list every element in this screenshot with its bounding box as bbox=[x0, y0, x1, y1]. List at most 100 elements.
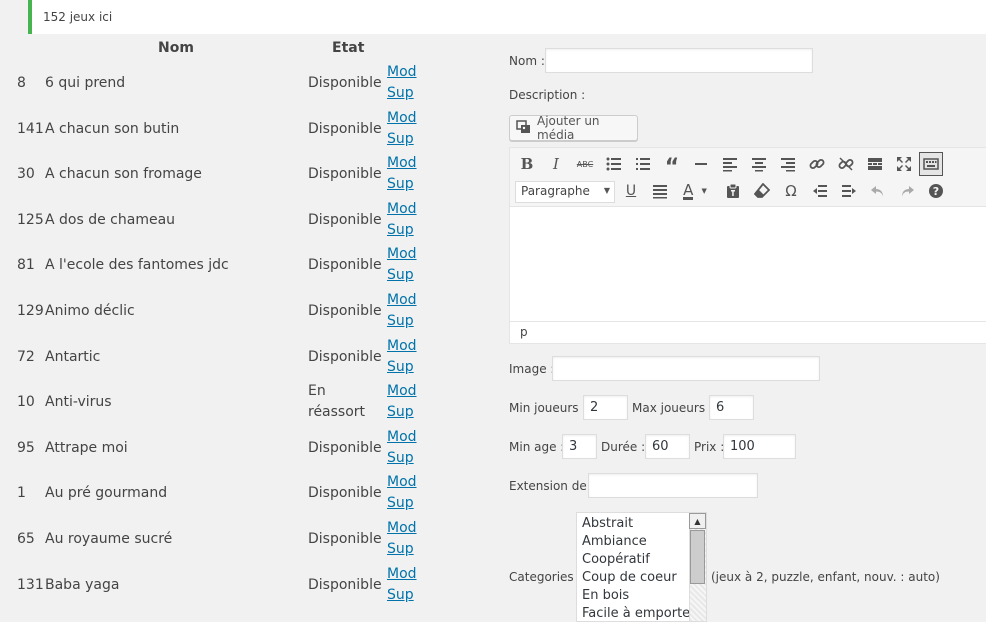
delete-link[interactable]: Sup bbox=[387, 448, 417, 469]
italic-icon[interactable]: I bbox=[544, 152, 568, 176]
max-players-label: Max joueurs : bbox=[632, 401, 713, 415]
duration-label: Durée : bbox=[601, 440, 646, 454]
outdent-icon[interactable] bbox=[808, 179, 832, 203]
delete-link[interactable]: Sup bbox=[387, 402, 417, 423]
numbered-list-icon[interactable] bbox=[631, 152, 655, 176]
category-option[interactable]: Abstrait bbox=[577, 515, 706, 533]
row-actions: Mod Sup bbox=[387, 153, 417, 195]
delete-link[interactable]: Sup bbox=[387, 493, 417, 514]
notice-text: 152 jeux ici bbox=[43, 10, 113, 24]
indent-icon[interactable] bbox=[837, 179, 861, 203]
game-state: Disponible bbox=[308, 75, 382, 91]
delete-link[interactable]: Sup bbox=[387, 311, 417, 332]
horizontal-rule-icon[interactable] bbox=[689, 152, 713, 176]
text-color-icon[interactable]: A ▼ bbox=[677, 179, 713, 203]
unlink-icon[interactable] bbox=[834, 152, 858, 176]
description-label: Description : bbox=[509, 88, 586, 102]
bullet-list-icon[interactable] bbox=[602, 152, 626, 176]
table-row: 30 A chacun son fromage Disponible Mod Sup bbox=[0, 153, 500, 195]
table-row: 129 Animo déclic Disponible Mod Sup bbox=[0, 290, 500, 332]
min-age-label: Min age : bbox=[509, 440, 565, 454]
scroll-up-icon[interactable]: ▲ bbox=[689, 513, 706, 529]
game-state: Disponible bbox=[308, 485, 382, 501]
game-id: 10 bbox=[17, 394, 35, 410]
edit-link[interactable]: Mod bbox=[387, 336, 417, 357]
name-input[interactable] bbox=[545, 48, 813, 73]
max-players-input[interactable] bbox=[709, 395, 754, 420]
game-id: 95 bbox=[17, 440, 35, 456]
game-name: Baba yaga bbox=[45, 577, 120, 593]
category-option[interactable]: En bois bbox=[577, 587, 706, 605]
edit-link[interactable]: Mod bbox=[387, 290, 417, 311]
game-name: Au pré gourmand bbox=[45, 485, 168, 501]
edit-link[interactable]: Mod bbox=[387, 472, 417, 493]
scroll-thumb[interactable] bbox=[690, 530, 705, 584]
editor-content-area[interactable] bbox=[510, 208, 986, 322]
category-option[interactable]: Facile à emporter bbox=[577, 605, 706, 621]
edit-link[interactable]: Mod bbox=[387, 381, 417, 402]
game-state: Disponible bbox=[308, 303, 382, 319]
table-row: 8 6 qui prend Disponible Mod Sup bbox=[0, 62, 500, 104]
edit-link[interactable]: Mod bbox=[387, 427, 417, 448]
edit-link[interactable]: Mod bbox=[387, 199, 417, 220]
delete-link[interactable]: Sup bbox=[387, 585, 417, 606]
bold-icon[interactable]: B bbox=[515, 152, 539, 176]
special-character-icon[interactable]: Ω bbox=[779, 179, 803, 203]
game-state: Disponible bbox=[308, 212, 382, 228]
justify-icon[interactable] bbox=[648, 179, 672, 203]
read-more-icon[interactable] bbox=[863, 152, 887, 176]
redo-icon[interactable] bbox=[895, 179, 919, 203]
undo-icon[interactable] bbox=[866, 179, 890, 203]
game-state: Disponible bbox=[308, 440, 382, 456]
delete-link[interactable]: Sup bbox=[387, 357, 417, 378]
delete-link[interactable]: Sup bbox=[387, 220, 417, 241]
extension-input[interactable] bbox=[588, 473, 758, 498]
table-row: 141 A chacun son butin Disponible Mod Sup bbox=[0, 108, 500, 150]
duration-input[interactable] bbox=[645, 434, 690, 459]
edit-link[interactable]: Mod bbox=[387, 108, 417, 129]
edit-link[interactable]: Mod bbox=[387, 244, 417, 265]
edit-link[interactable]: Mod bbox=[387, 153, 417, 174]
blockquote-icon[interactable]: “ bbox=[660, 152, 684, 179]
delete-link[interactable]: Sup bbox=[387, 174, 417, 195]
fullscreen-icon[interactable] bbox=[892, 152, 916, 176]
image-input[interactable] bbox=[552, 356, 820, 381]
categories-select[interactable]: Abstrait Ambiance Coopératif Coup de coeur E… bbox=[576, 512, 707, 622]
element-path[interactable]: p bbox=[520, 325, 528, 339]
edit-link[interactable]: Mod bbox=[387, 518, 417, 539]
delete-link[interactable]: Sup bbox=[387, 129, 417, 150]
row-actions: Mod Sup bbox=[387, 108, 417, 150]
link-icon[interactable] bbox=[805, 152, 829, 176]
align-center-icon[interactable] bbox=[747, 152, 771, 176]
toolbar-toggle-icon[interactable] bbox=[919, 152, 943, 176]
format-select[interactable]: Paragraphe ▼ bbox=[515, 181, 615, 203]
game-id: 65 bbox=[17, 531, 35, 547]
strikethrough-icon[interactable]: ABC bbox=[573, 152, 597, 176]
table-row: 72 Antartic Disponible Mod Sup bbox=[0, 336, 500, 378]
row-actions: Mod Sup bbox=[387, 472, 417, 514]
table-row: 131 Baba yaga Disponible Mod Sup bbox=[0, 564, 500, 606]
align-left-icon[interactable] bbox=[718, 152, 742, 176]
game-state: Disponible bbox=[308, 166, 382, 182]
category-option[interactable]: Coup de coeur bbox=[577, 569, 706, 587]
price-input[interactable] bbox=[723, 434, 796, 459]
paste-text-icon[interactable] bbox=[721, 179, 745, 203]
table-row: 65 Au royaume sucré Disponible Mod Sup bbox=[0, 518, 500, 560]
edit-link[interactable]: Mod bbox=[387, 62, 417, 83]
category-option[interactable]: Coopératif bbox=[577, 551, 706, 569]
category-option[interactable]: Ambiance bbox=[577, 533, 706, 551]
clear-formatting-icon[interactable] bbox=[750, 179, 774, 203]
min-age-input[interactable] bbox=[562, 434, 597, 459]
min-players-input[interactable] bbox=[583, 395, 628, 420]
delete-link[interactable]: Sup bbox=[387, 265, 417, 286]
game-id: 1 bbox=[17, 485, 26, 501]
edit-link[interactable]: Mod bbox=[387, 564, 417, 585]
align-right-icon[interactable] bbox=[776, 152, 800, 176]
editor-toolbar: B I ABC “ Paragraphe ▼ U A ▼ Ω ? bbox=[510, 148, 986, 207]
underline-icon[interactable]: U bbox=[619, 179, 643, 203]
delete-link[interactable]: Sup bbox=[387, 539, 417, 560]
help-icon[interactable]: ? bbox=[924, 179, 948, 203]
description-editor: B I ABC “ Paragraphe ▼ U A ▼ Ω ? p bbox=[509, 147, 986, 344]
add-media-button[interactable]: Ajouter un média bbox=[509, 114, 638, 142]
delete-link[interactable]: Sup bbox=[387, 83, 417, 104]
